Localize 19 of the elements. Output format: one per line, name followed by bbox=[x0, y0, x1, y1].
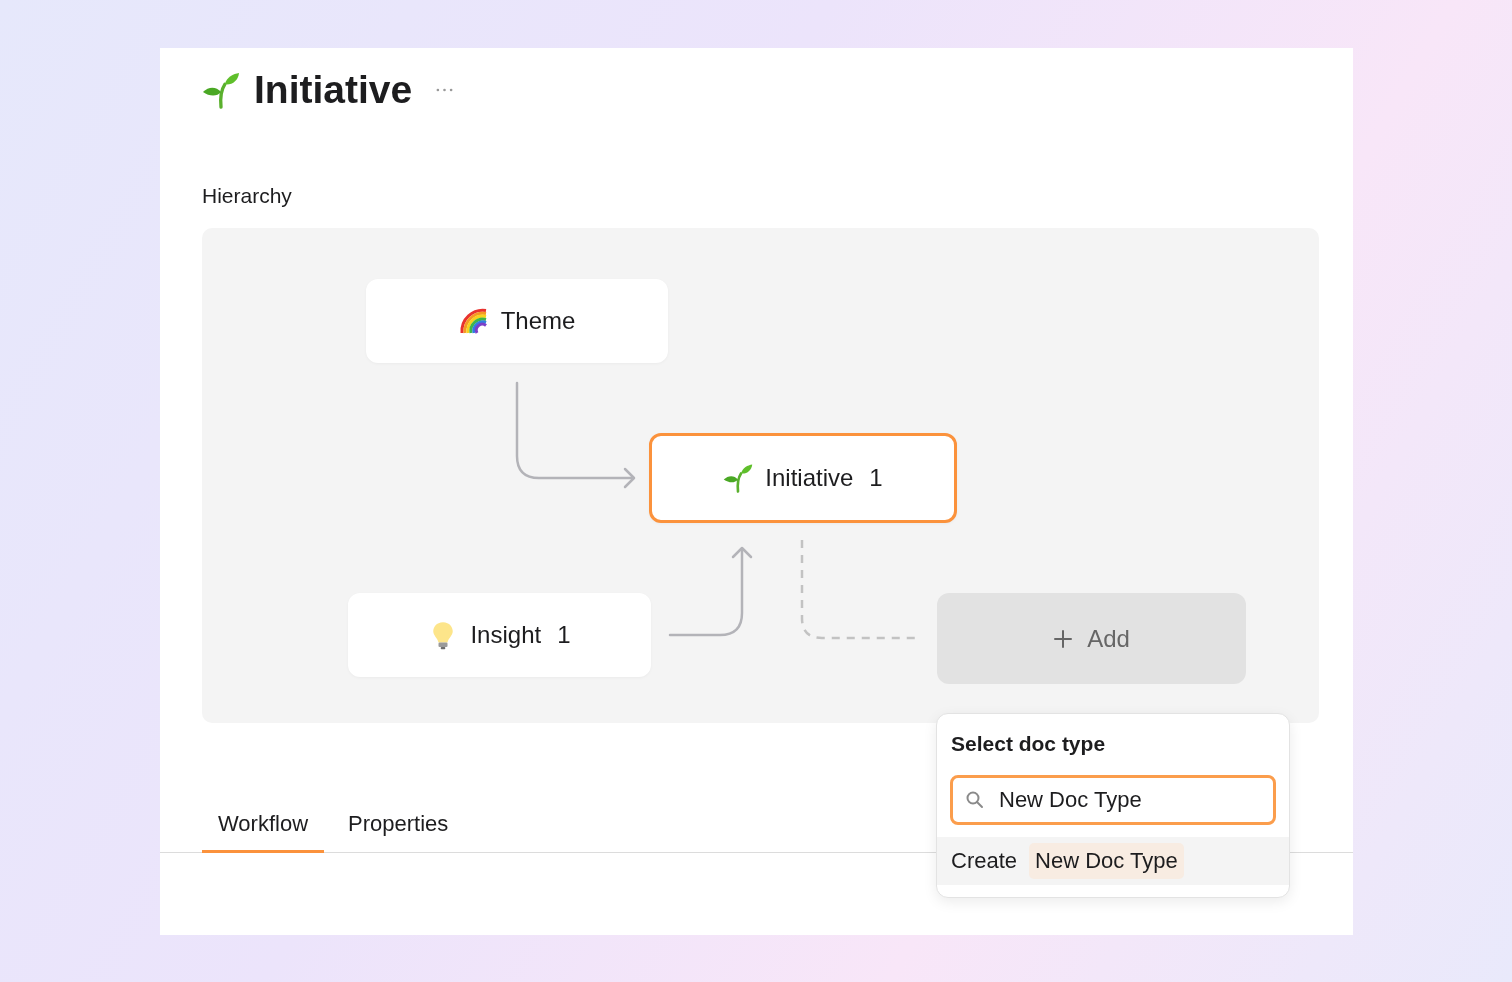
popup-title: Select doc type bbox=[950, 732, 1107, 756]
tab[interactable]: Workflow bbox=[202, 801, 325, 853]
create-option[interactable]: Create New Doc Type bbox=[937, 837, 1289, 885]
section-label: Hierarchy bbox=[202, 183, 293, 209]
more-icon[interactable] bbox=[436, 88, 454, 92]
sprout-icon bbox=[202, 71, 240, 109]
rainbow-icon bbox=[458, 306, 489, 336]
search-icon bbox=[965, 790, 985, 810]
search-field[interactable]: New Doc Type bbox=[950, 775, 1276, 825]
tab[interactable]: Properties bbox=[332, 801, 465, 853]
add-button[interactable]: Add bbox=[937, 593, 1246, 684]
option-label: Create bbox=[951, 848, 1018, 874]
plus-icon bbox=[1053, 628, 1074, 649]
new-type-chip: New Doc Type bbox=[1029, 843, 1184, 879]
sprout-icon bbox=[723, 463, 754, 493]
doc-type-node[interactable]: Theme bbox=[366, 279, 668, 363]
doc-type-node[interactable]: Insight 1 bbox=[348, 593, 651, 677]
doc-type-node[interactable]: Initiative 1 bbox=[649, 433, 957, 523]
page-title: Initiative bbox=[254, 68, 413, 112]
